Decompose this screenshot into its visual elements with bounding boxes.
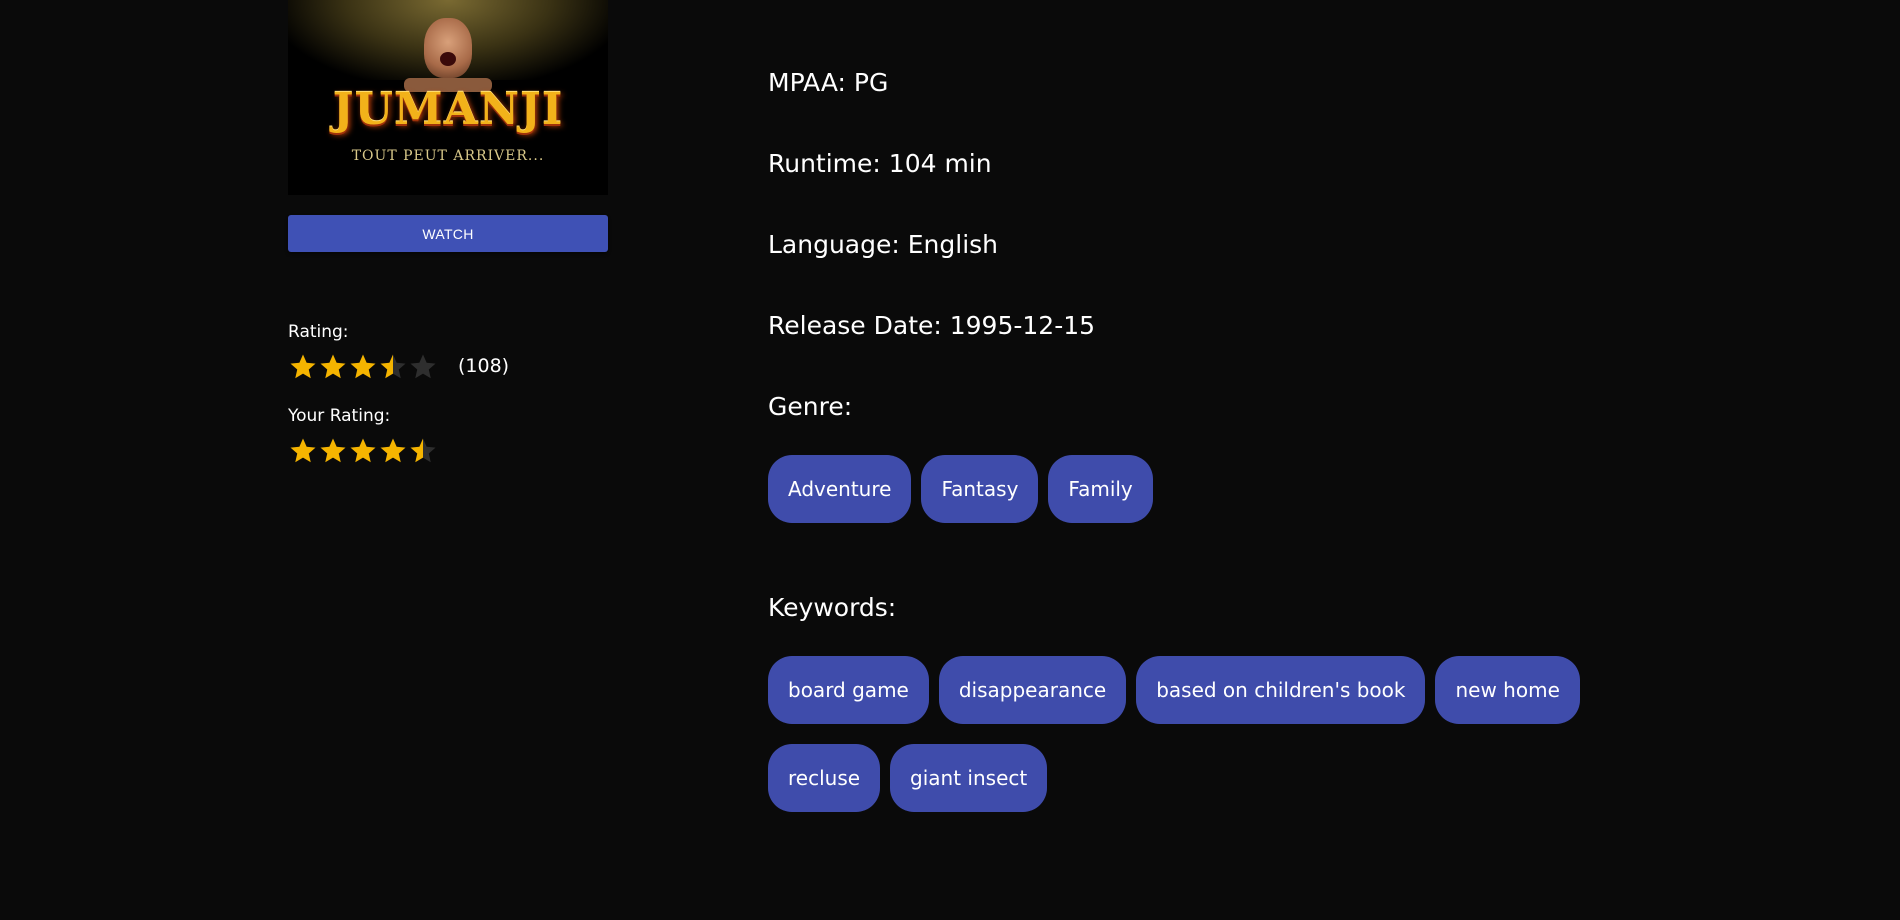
genre-label: Genre: <box>768 392 853 421</box>
rating-label: Rating: <box>288 322 349 342</box>
genre-chip[interactable]: Adventure <box>768 455 912 523</box>
poster-actor-face <box>424 18 472 78</box>
star-icon <box>378 352 408 382</box>
your-rating-stars[interactable] <box>288 436 438 466</box>
star-icon[interactable] <box>288 436 318 466</box>
keyword-chip[interactable]: giant insect <box>890 744 1048 812</box>
rating-stars <box>288 352 438 382</box>
star-icon[interactable] <box>378 436 408 466</box>
star-icon <box>348 352 378 382</box>
genre-chip[interactable]: Family <box>1048 455 1153 523</box>
keyword-chip[interactable]: new home <box>1435 656 1580 724</box>
genre-chip-list: Adventure Fantasy Family <box>768 455 1668 523</box>
keyword-chip-list: board game disappearance based on children… <box>768 656 1668 812</box>
star-icon <box>318 352 348 382</box>
keyword-chip[interactable]: disappearance <box>938 656 1127 724</box>
release-date: Release Date: 1995-12-15 <box>768 311 1096 340</box>
star-icon[interactable] <box>348 436 378 466</box>
movie-detail-page: JUMANJI TOUT PEUT ARRIVER... WATCH Ratin… <box>0 0 1900 920</box>
watch-button[interactable]: WATCH <box>288 215 608 252</box>
language: Language: English <box>768 230 999 259</box>
mpaa-rating: MPAA: PG <box>768 68 889 97</box>
star-icon[interactable] <box>408 436 438 466</box>
runtime: Runtime: 104 min <box>768 149 992 178</box>
star-icon <box>408 352 438 382</box>
star-icon[interactable] <box>318 436 348 466</box>
star-icon <box>288 352 318 382</box>
keyword-chip[interactable]: board game <box>768 656 929 724</box>
poster-actor-mouth <box>440 52 456 66</box>
poster-title: JUMANJI <box>332 84 564 135</box>
keyword-chip[interactable]: based on children's book <box>1136 656 1426 724</box>
keyword-chip[interactable]: recluse <box>768 744 881 812</box>
genre-chip[interactable]: Fantasy <box>921 455 1039 523</box>
poster-tagline: TOUT PEUT ARRIVER... <box>351 148 545 164</box>
rating-count: (108) <box>458 355 510 377</box>
keywords-label: Keywords: <box>768 593 897 622</box>
your-rating-label: Your Rating: <box>288 406 391 426</box>
movie-poster: JUMANJI TOUT PEUT ARRIVER... <box>288 0 608 195</box>
